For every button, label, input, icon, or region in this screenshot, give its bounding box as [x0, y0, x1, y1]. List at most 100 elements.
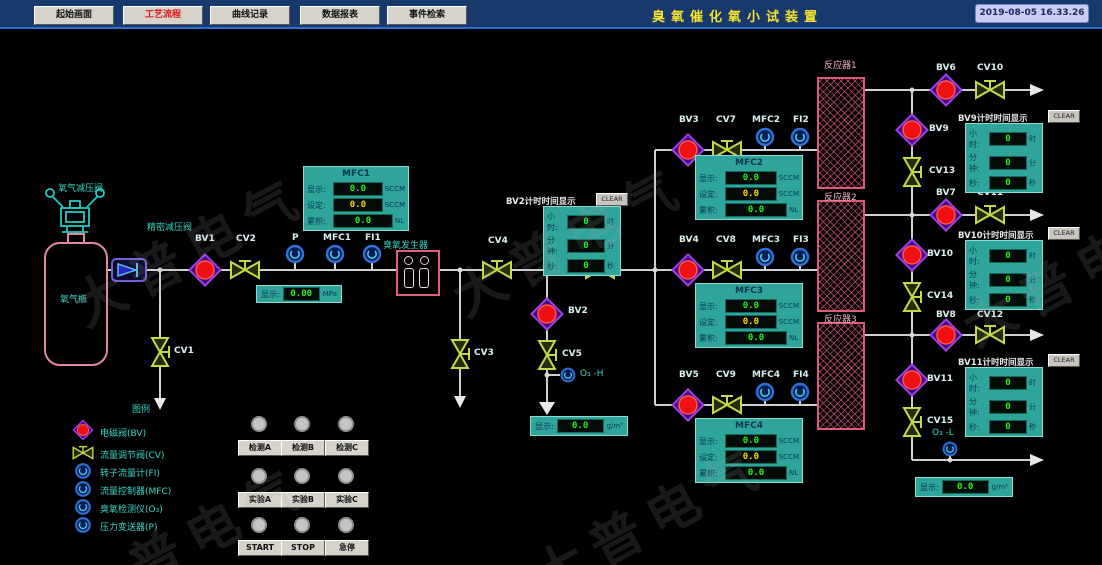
row-label: 秒: [969, 295, 987, 306]
value-display: 0 [989, 293, 1027, 307]
value-display: 0.0 [725, 331, 787, 345]
bv9-timer-panel: 小时:0时 分钟:0分 秒:0秒 [965, 123, 1043, 193]
bv10-timer-clear-button[interactable]: CLEAR [1048, 227, 1080, 240]
start-button[interactable]: START [238, 540, 282, 556]
bv2-valve-icon[interactable] [531, 298, 562, 329]
stop-button[interactable]: STOP [281, 540, 325, 556]
cv2-valve-icon[interactable] [231, 261, 259, 278]
row-label: 累积: [699, 468, 723, 479]
setpoint-input[interactable]: 0.0 [725, 187, 777, 201]
value-display: 0.0 [333, 182, 383, 196]
cv3-valve-icon[interactable] [452, 340, 469, 368]
ozone-generator-slot-icon [404, 268, 414, 288]
bv3-label: BV3 [679, 115, 699, 125]
legend-item-pressure-transmitter: 压力变送器(P) [100, 520, 157, 533]
value-display: 0.0 [725, 171, 777, 185]
bv10-valve-icon[interactable] [896, 239, 927, 270]
cv2-label: CV2 [236, 234, 256, 244]
o3-low-sensor-icon [944, 443, 957, 456]
unit-label: SCCM [385, 201, 405, 209]
value-display: 0 [567, 239, 605, 253]
unit-label: NL [395, 217, 405, 225]
lamp-experiment-c [338, 468, 354, 484]
cv10-valve-icon[interactable] [976, 81, 1004, 98]
setpoint-input[interactable]: 0.0 [333, 198, 383, 212]
experiment-a-button[interactable]: 实验A [238, 492, 282, 508]
cv9-valve-icon[interactable] [713, 396, 741, 413]
cv8-valve-icon[interactable] [713, 261, 741, 278]
mfc4-label: MFC4 [752, 370, 780, 380]
cv1-valve-icon[interactable] [152, 338, 169, 366]
legend-item-ozone-analyzer: 臭氧检测仪(O₃) [100, 502, 163, 515]
bv5-label: BV5 [679, 370, 699, 380]
bv5-valve-icon[interactable] [672, 389, 703, 420]
row-label: 分钟: [969, 269, 987, 291]
value-display: 0 [989, 273, 1027, 287]
row-label: 秒: [547, 261, 565, 272]
cv15-valve-icon[interactable] [904, 408, 921, 436]
mfc2-panel-title: MFC2 [699, 158, 799, 169]
setpoint-input[interactable]: 0.0 [725, 315, 777, 329]
bv11-valve-icon[interactable] [896, 364, 927, 395]
detect-c-button[interactable]: 检测C [325, 440, 369, 456]
legend-pressure-transmitter-icon [76, 518, 90, 532]
detect-a-button[interactable]: 检测A [238, 440, 282, 456]
cylinder-regulator-icon [46, 189, 104, 232]
row-label: 秒: [969, 422, 987, 433]
bv6-label: BV6 [936, 63, 956, 73]
unit-label: MPa [323, 290, 337, 298]
mfc2-instrument-icon [757, 129, 773, 145]
unit-label: SCCM [385, 185, 405, 193]
bv1-valve-icon[interactable] [189, 254, 220, 285]
bv9-valve-icon[interactable] [896, 114, 927, 145]
bv2-timer-clear-button[interactable]: CLEAR [596, 193, 628, 206]
bv9-label: BV9 [929, 124, 949, 134]
legend-flow-controller-icon [76, 482, 90, 496]
value-display: 0 [989, 400, 1027, 414]
fi1-label: FI1 [365, 233, 381, 243]
mfc3-panel: MFC3 显示:0.0SCCM 设定:0.0SCCM 累积:0.0NL [695, 283, 803, 348]
unit-label: 时 [1029, 251, 1039, 261]
experiment-c-button[interactable]: 实验C [325, 492, 369, 508]
legend-title: 图例 [132, 402, 150, 415]
cv12-valve-icon[interactable] [976, 326, 1004, 343]
o3-high-value: 0.0 [557, 419, 604, 433]
cv15-label: CV15 [927, 416, 953, 426]
cv11-valve-icon[interactable] [976, 206, 1004, 223]
value-display: 0 [989, 176, 1027, 190]
cv14-valve-icon[interactable] [904, 283, 921, 311]
bv9-timer-clear-button[interactable]: CLEAR [1048, 110, 1080, 123]
setpoint-input[interactable]: 0.0 [725, 450, 777, 464]
value-display: 0 [567, 259, 605, 273]
emergency-stop-button[interactable]: 急停 [325, 540, 369, 556]
bv6-valve-icon[interactable] [930, 74, 961, 105]
check-valve-icon [112, 259, 146, 281]
precision-regulator-label: 精密减压阀 [147, 220, 192, 233]
cv9-label: CV9 [716, 370, 736, 380]
bv4-valve-icon[interactable] [672, 254, 703, 285]
unit-label: 秒 [607, 261, 617, 271]
experiment-b-button[interactable]: 实验B [281, 492, 325, 508]
cv13-valve-icon[interactable] [904, 158, 921, 186]
unit-label: SCCM [779, 437, 799, 445]
row-label: 显示: [699, 173, 723, 184]
bv7-valve-icon[interactable] [930, 199, 961, 230]
cv4-valve-icon[interactable] [483, 261, 511, 278]
lamp-experiment-b [294, 468, 310, 484]
bv8-valve-icon[interactable] [930, 319, 961, 350]
unit-label: 分 [1029, 275, 1039, 285]
mfc4-panel-title: MFC4 [699, 421, 799, 432]
legend-item-solenoid-valve: 电磁阀(BV) [100, 426, 146, 439]
unit-label: 秒 [1029, 178, 1039, 188]
bv10-label: BV10 [927, 249, 953, 259]
detect-b-button[interactable]: 检测B [281, 440, 325, 456]
row-label: 小时: [547, 211, 565, 233]
bv11-timer-clear-button[interactable]: CLEAR [1048, 354, 1080, 367]
unit-label: NL [789, 469, 799, 477]
mfc1-panel-title: MFC1 [307, 169, 405, 180]
cv5-valve-icon[interactable] [539, 341, 556, 369]
mfc1-panel: MFC1 显示:0.0SCCM 设定:0.0SCCM 累积:0.0NL [303, 166, 409, 231]
unit-label: 时 [607, 217, 617, 227]
pressure-display: 显示: 0.00 MPa [256, 285, 342, 303]
value-display: 0 [989, 420, 1027, 434]
